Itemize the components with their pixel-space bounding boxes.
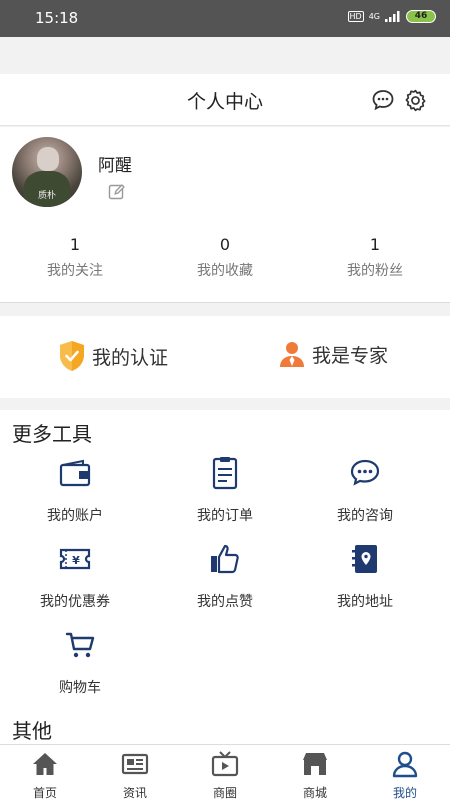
tool-label: 我的账户 — [47, 508, 103, 524]
stat-value: 0 — [219, 235, 231, 254]
avatar-watermark: 质朴 — [37, 191, 56, 201]
clipboard-icon — [212, 457, 238, 490]
stat-following[interactable]: 1 我的关注 — [0, 235, 150, 280]
chat-icon — [350, 459, 380, 486]
tab-label: 我的 — [392, 786, 417, 800]
tab-label: 首页 — [32, 786, 57, 800]
username: 阿醒 — [98, 156, 132, 176]
gear-icon[interactable] — [403, 88, 428, 113]
tab-business-circle[interactable]: 商圈 — [180, 745, 270, 800]
more-tools-section: 更多工具 我的账户 我的订单 我的咨询 ¥ 我的优惠券 我的点赞 我的地址 购物… — [0, 410, 450, 744]
coupon-icon: ¥ — [59, 548, 91, 570]
page-header: 个人中心 — [0, 74, 450, 126]
other-section-title: 其他 — [12, 719, 52, 743]
stat-favorites[interactable]: 0 我的收藏 — [150, 235, 300, 280]
cart-icon — [65, 632, 95, 658]
tab-mine[interactable]: 我的 — [360, 745, 450, 800]
tv-icon — [211, 751, 239, 777]
tool-my-account[interactable]: 我的账户 — [0, 455, 150, 525]
stat-label: 我的收藏 — [197, 263, 253, 279]
user-icon — [392, 751, 418, 778]
tool-label: 我的优惠券 — [40, 594, 110, 610]
tool-label: 我的订单 — [197, 508, 253, 524]
store-icon — [303, 753, 327, 775]
hd-icon: HD — [347, 11, 364, 22]
stat-value: 1 — [69, 235, 81, 254]
status-indicators: HD 4G 46 — [347, 10, 436, 23]
tool-label: 我的点赞 — [197, 594, 253, 610]
stat-value: 1 — [369, 235, 381, 254]
tool-my-consultation[interactable]: 我的咨询 — [290, 455, 440, 525]
expert-icon — [280, 342, 304, 367]
edit-icon[interactable] — [108, 183, 126, 201]
tab-label: 商城 — [302, 786, 327, 800]
section-title: 更多工具 — [12, 422, 92, 446]
become-expert-button[interactable]: 我是专家 — [278, 340, 388, 368]
tool-label: 我的地址 — [337, 594, 393, 610]
tool-my-likes[interactable]: 我的点赞 — [150, 541, 300, 611]
status-time: 15:18 — [35, 9, 79, 27]
tab-label: 商圈 — [212, 786, 237, 800]
svg-text:¥: ¥ — [72, 554, 80, 567]
tool-my-coupons[interactable]: ¥ 我的优惠券 — [0, 541, 150, 611]
battery-icon: 46 — [406, 10, 436, 23]
signal-icon — [385, 11, 400, 22]
network-label: 4G — [368, 11, 380, 21]
tab-home[interactable]: 首页 — [0, 745, 90, 800]
shield-check-icon — [60, 341, 84, 371]
profile-card: 质朴 阿醒 1 我的关注 0 我的收藏 1 我的粉丝 — [0, 127, 450, 303]
avatar[interactable]: 质朴 — [12, 137, 82, 207]
tool-my-orders[interactable]: 我的订单 — [150, 455, 300, 525]
profile-stats: 1 我的关注 0 我的收藏 1 我的粉丝 — [0, 235, 450, 280]
stat-label: 我的关注 — [47, 263, 103, 279]
newspaper-icon — [121, 753, 149, 775]
tab-news[interactable]: 资讯 — [90, 745, 180, 800]
tool-my-address[interactable]: 我的地址 — [290, 541, 440, 611]
tool-shopping-cart[interactable]: 购物车 — [5, 627, 155, 697]
home-icon — [33, 753, 57, 775]
stat-label: 我的粉丝 — [347, 263, 403, 279]
tool-label: 我的咨询 — [337, 508, 393, 524]
bottom-tab-bar: 首页 资讯 商圈 商城 我的 — [0, 744, 450, 800]
stat-followers[interactable]: 1 我的粉丝 — [300, 235, 450, 280]
chat-bubble-icon[interactable] — [371, 88, 395, 112]
thumbs-up-icon — [211, 544, 239, 574]
my-certification-label: 我的认证 — [92, 346, 169, 369]
certification-panel: 我的认证 我是专家 — [0, 316, 450, 398]
top-spacer — [0, 37, 450, 74]
address-book-icon — [352, 545, 377, 573]
tab-mall[interactable]: 商城 — [270, 745, 360, 800]
status-bar: 15:18 HD 4G 46 — [0, 0, 450, 37]
avatar-figure-head — [37, 147, 59, 171]
tab-label: 资讯 — [122, 786, 147, 800]
become-expert-label: 我是专家 — [312, 344, 389, 367]
my-certification-button[interactable]: 我的认证 — [58, 340, 168, 372]
tool-label: 购物车 — [59, 680, 101, 696]
wallet-icon — [59, 459, 91, 487]
